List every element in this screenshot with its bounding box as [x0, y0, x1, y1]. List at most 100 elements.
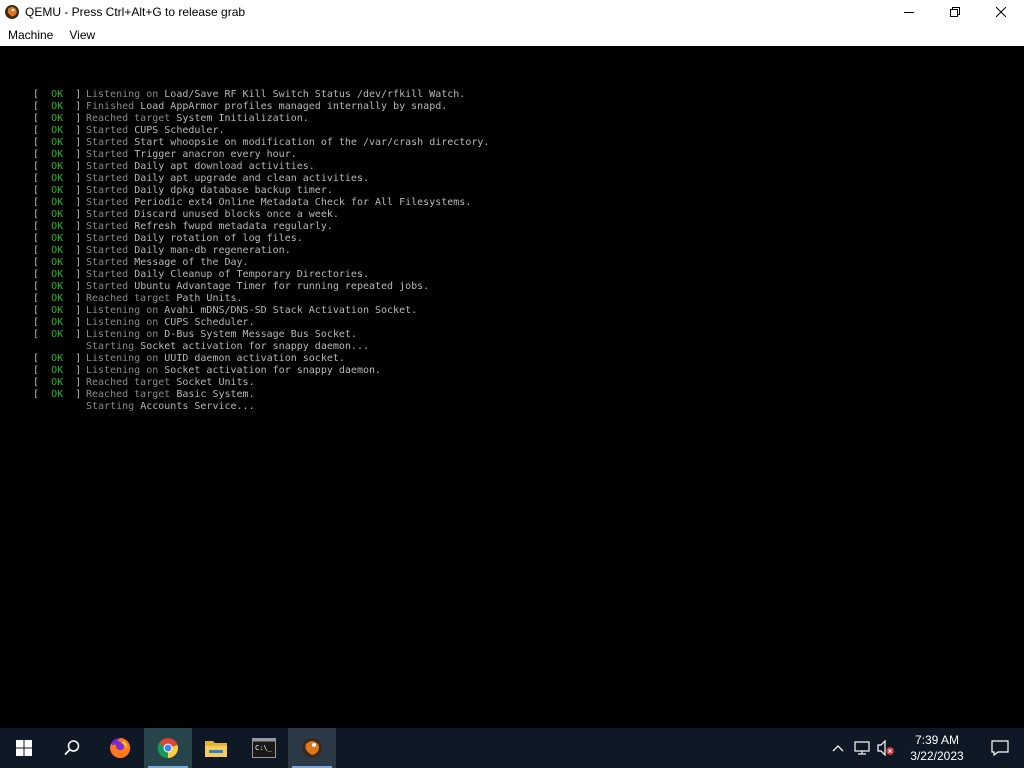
status-badge: [ OK ]: [33, 293, 82, 304]
ok-status: OK: [51, 353, 64, 364]
log-message: Socket Units.: [176, 377, 255, 388]
log-line: [ OK ] Started Start whoopsie on modifica…: [33, 137, 489, 149]
log-verb: Started: [86, 269, 129, 280]
log-line: [ OK ] Listening on Load/Save RF Kill Swi…: [33, 89, 489, 101]
log-verb: Starting: [86, 341, 135, 352]
ok-status: OK: [51, 101, 64, 112]
ok-status: OK: [51, 377, 64, 388]
vm-console[interactable]: [ OK ] Listening on Load/Save RF Kill Swi…: [0, 46, 1024, 728]
menu-machine[interactable]: Machine: [0, 24, 61, 46]
start-button[interactable]: [0, 728, 48, 768]
log-message: Avahi mDNS/DNS-SD Stack Activation Socke…: [164, 305, 418, 316]
menu-bar: Machine View: [0, 24, 1024, 46]
status-badge: [ OK ]: [33, 125, 82, 136]
log-verb: Listening on: [86, 365, 159, 376]
status-badge: [ OK ]: [33, 221, 82, 232]
volume-button[interactable]: [874, 728, 898, 768]
log-message: Ubuntu Advantage Timer for running repea…: [134, 281, 430, 292]
log-message: Periodic ext4 Online Metadata Check for …: [134, 197, 472, 208]
log-line: [ OK ] Reached target Basic System.: [33, 389, 489, 401]
log-verb: Listening on: [86, 329, 159, 340]
window-titlebar[interactable]: QEMU - Press Ctrl+Alt+G to release grab: [0, 0, 1024, 24]
status-badge: [ OK ]: [33, 185, 82, 196]
log-verb: Started: [86, 173, 129, 184]
taskbar-clock[interactable]: 7:39 AM 3/22/2023: [898, 728, 976, 768]
chrome-icon: [157, 738, 178, 759]
taskbar-qemu[interactable]: [288, 728, 336, 768]
ok-status: OK: [51, 221, 64, 232]
log-message: Message of the Day.: [134, 257, 249, 268]
status-badge: [ OK ]: [33, 305, 82, 316]
status-badge: [ OK ]: [33, 329, 82, 340]
log-line: Starting Socket activation for snappy da…: [33, 341, 489, 353]
status-badge: [ OK ]: [33, 173, 82, 184]
log-message: Daily apt upgrade and clean activities.: [134, 173, 369, 184]
log-line: [ OK ] Listening on Avahi mDNS/DNS-SD Sta…: [33, 305, 489, 317]
ok-status: OK: [51, 209, 64, 220]
minimize-icon: [904, 12, 914, 13]
log-verb: Started: [86, 221, 129, 232]
system-tray: 7:39 AM 3/22/2023: [826, 728, 1024, 768]
log-message: Basic System.: [176, 389, 255, 400]
log-line: [ OK ] Reached target System Initializati…: [33, 113, 489, 125]
taskbar: C:\_ 7:39 AM 3/22/2023: [0, 728, 1024, 768]
show-hidden-icons-button[interactable]: [826, 728, 850, 768]
log-line: [ OK ] Started Daily man-db regeneration.: [33, 245, 489, 257]
log-verb: Started: [86, 233, 129, 244]
taskbar-terminal[interactable]: C:\_: [240, 728, 288, 768]
log-verb: Started: [86, 197, 129, 208]
network-icon: [854, 741, 870, 755]
log-line: [ OK ] Listening on UUID daemon activatio…: [33, 353, 489, 365]
ok-status: OK: [51, 329, 64, 340]
log-verb: Started: [86, 137, 129, 148]
notification-center-button[interactable]: [976, 728, 1024, 768]
log-verb: Started: [86, 245, 129, 256]
ok-status: OK: [51, 161, 64, 172]
status-badge: [ OK ]: [33, 161, 82, 172]
status-badge: [ OK ]: [33, 209, 82, 220]
log-message: UUID daemon activation socket.: [164, 353, 345, 364]
log-message: Trigger anacron every hour.: [134, 149, 297, 160]
log-verb: Started: [86, 161, 129, 172]
windows-start-icon: [16, 740, 32, 756]
chevron-up-icon: [832, 745, 844, 752]
search-button[interactable]: [48, 728, 96, 768]
file-explorer-icon: [205, 741, 227, 757]
restore-button[interactable]: [932, 0, 978, 24]
ok-status: OK: [51, 197, 64, 208]
ok-status: OK: [51, 137, 64, 148]
log-verb: Finished: [86, 101, 135, 112]
ok-status: OK: [51, 257, 64, 268]
log-message: Load/Save RF Kill Switch Status /dev/rfk…: [164, 89, 466, 100]
status-badge: [ OK ]: [33, 317, 82, 328]
network-button[interactable]: [850, 728, 874, 768]
ok-status: OK: [51, 269, 64, 280]
log-message: Load AppArmor profiles managed internall…: [140, 101, 448, 112]
status-badge: [ OK ]: [33, 365, 82, 376]
log-verb: Listening on: [86, 353, 159, 364]
taskbar-chrome[interactable]: [144, 728, 192, 768]
minimize-button[interactable]: [886, 0, 932, 24]
log-line: [ OK ] Started CUPS Scheduler.: [33, 125, 489, 137]
log-message: Start whoopsie on modification of the /v…: [134, 137, 490, 148]
log-message: Daily man-db regeneration.: [134, 245, 291, 256]
log-verb: Listening on: [86, 89, 159, 100]
log-verb: Started: [86, 257, 129, 268]
log-verb: Reached target: [86, 377, 171, 388]
log-line: [ OK ] Reached target Path Units.: [33, 293, 489, 305]
log-verb: Started: [86, 281, 129, 292]
taskbar-firefox[interactable]: [96, 728, 144, 768]
log-verb: Started: [86, 209, 129, 220]
log-line: [ OK ] Started Daily apt download activit…: [33, 161, 489, 173]
qemu-icon[interactable]: [4, 4, 20, 20]
log-verb: Listening on: [86, 305, 159, 316]
log-message: Daily apt download activities.: [134, 161, 315, 172]
clock-date: 3/22/2023: [910, 749, 964, 763]
qemu-icon: [302, 738, 322, 758]
log-line: [ OK ] Started Periodic ext4 Online Metad…: [33, 197, 489, 209]
menu-view[interactable]: View: [61, 24, 103, 46]
log-message: CUPS Scheduler.: [164, 317, 255, 328]
taskbar-file-explorer[interactable]: [192, 728, 240, 768]
close-button[interactable]: [978, 0, 1024, 24]
ok-status: OK: [51, 185, 64, 196]
